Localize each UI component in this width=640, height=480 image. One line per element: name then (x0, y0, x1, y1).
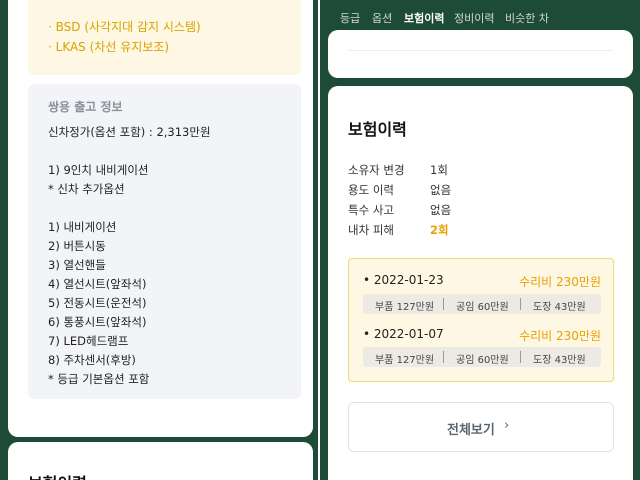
left-screen: · BSD (사각지대 감지 시스템) · LKAS (차선 유지보조) 쌍용 … (0, 0, 320, 480)
release-info-line: 1) 9인치 내비게이션 (48, 163, 149, 177)
history-row-owner-change: 소유자 변경 1회 (348, 162, 608, 180)
history-label: 내차 피해 (348, 223, 394, 237)
insurance-title: 보험이력 (348, 120, 407, 139)
release-info-line: 6) 통풍시트(앞좌석) (48, 315, 147, 329)
accident-repair-cost: 수리비 230만원 (519, 275, 601, 289)
labor-cost: 공임 60만원 (456, 302, 509, 313)
release-info-line: 7) LED헤드램프 (48, 334, 129, 348)
release-info-title: 쌍용 출고 정보 (48, 100, 123, 114)
tab-options[interactable]: 옵션 (372, 10, 392, 26)
section-title: 보험이력 (28, 470, 87, 480)
release-info-line: 4) 열선시트(앞좌석) (48, 277, 147, 291)
release-info-line: 신차정가(옵션 포함) : 2,313만원 (48, 125, 211, 139)
safety-option-bsd: · BSD (사각지대 감지 시스템) (48, 20, 201, 34)
history-value: 1회 (430, 163, 448, 177)
history-label: 용도 이력 (348, 183, 394, 197)
history-label: 소유자 변경 (348, 163, 405, 177)
accident-date: • 2022-01-07 (363, 327, 444, 341)
release-info-line: 2) 버튼시동 (48, 239, 106, 253)
right-screen: 등급 옵션 보험이력 정비이력 비슷한 차 보험이력 소유자 변경 1회 용도 … (320, 0, 640, 480)
accident-list: • 2022-01-23 수리비 230만원 부품 127만원 공임 60만원 … (348, 258, 614, 382)
history-value: 없음 (430, 203, 452, 217)
tab-maintenance[interactable]: 정비이력 (454, 10, 494, 26)
separator (520, 351, 521, 363)
parts-cost: 부품 127만원 (375, 302, 435, 313)
history-row-usage: 용도 이력 없음 (348, 182, 608, 200)
insurance-history-card: 보험이력 소유자 변경 1회 용도 이력 없음 특수 사고 없음 내차 피해 2… (328, 86, 633, 480)
history-row-special-accident: 특수 사고 없음 (348, 202, 608, 220)
release-info-box: 쌍용 출고 정보 신차정가(옵션 포함) : 2,313만원 1) 9인치 내비… (28, 84, 301, 399)
release-info-line: * 등급 기본옵션 포함 (48, 372, 150, 386)
parts-cost: 부품 127만원 (375, 355, 435, 366)
accident-cost-breakdown: 부품 127만원 공임 60만원 도장 43만원 (363, 347, 601, 367)
view-all-button[interactable]: 전체보기 › (348, 402, 614, 452)
labor-cost: 공임 60만원 (456, 355, 509, 366)
safety-options-box: · BSD (사각지대 감지 시스템) · LKAS (차선 유지보조) (28, 0, 301, 75)
release-info-line: * 신차 추가옵션 (48, 182, 125, 196)
previous-card (328, 30, 633, 78)
insurance-card-peek: 보험이력 (8, 442, 313, 480)
release-info-line: 3) 열선핸들 (48, 258, 106, 272)
release-info-line: 5) 전동시트(운전석) (48, 296, 147, 310)
history-value-highlight: 2회 (430, 223, 449, 237)
separator (443, 351, 444, 363)
history-value: 없음 (430, 183, 452, 197)
safety-option-lkas: · LKAS (차선 유지보조) (48, 40, 170, 54)
paint-cost: 도장 43만원 (533, 302, 586, 313)
separator (443, 298, 444, 310)
tab-similar-cars[interactable]: 비슷한 차 (505, 10, 549, 26)
paint-cost: 도장 43만원 (533, 355, 586, 366)
separator (520, 298, 521, 310)
accident-cost-breakdown: 부품 127만원 공임 60만원 도장 43만원 (363, 294, 601, 314)
chevron-right-icon: › (504, 418, 510, 433)
accident-repair-cost: 수리비 230만원 (519, 329, 601, 343)
tab-insurance[interactable]: 보험이력 (404, 10, 444, 26)
accident-date: • 2022-01-23 (363, 273, 444, 287)
release-info-line: 1) 내비게이션 (48, 220, 117, 234)
release-info-line: 8) 주차센서(후방) (48, 353, 136, 367)
divider-line (348, 50, 613, 51)
tab-grade[interactable]: 등급 (340, 10, 360, 26)
history-row-own-damage: 내차 피해 2회 (348, 222, 608, 240)
vehicle-options-card: · BSD (사각지대 감지 시스템) · LKAS (차선 유지보조) 쌍용 … (8, 0, 313, 437)
history-label: 특수 사고 (348, 203, 394, 217)
view-all-label: 전체보기 (447, 423, 495, 438)
